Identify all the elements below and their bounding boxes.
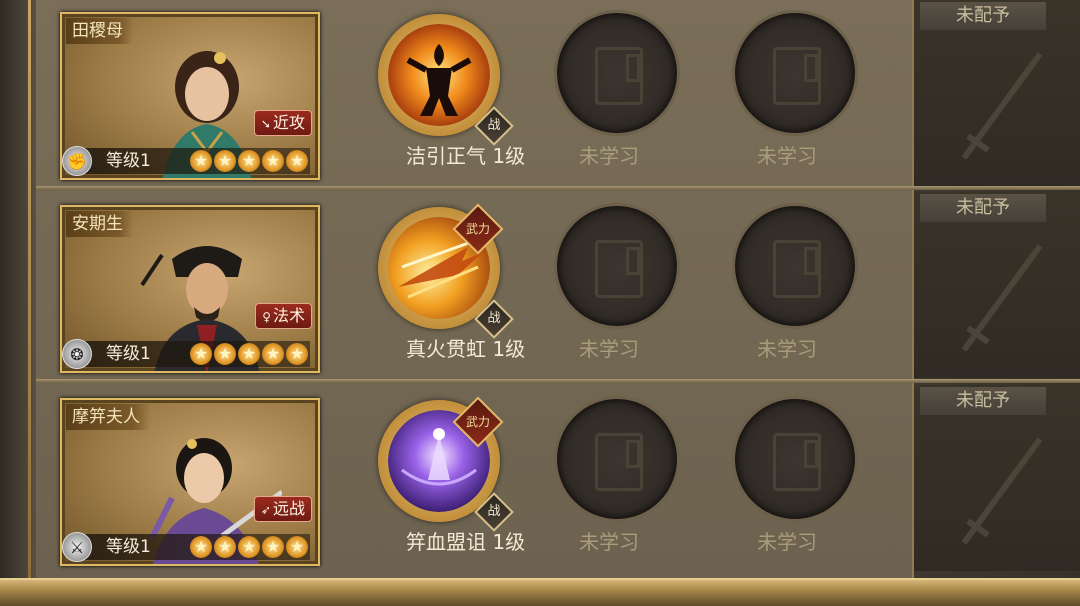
equip-slot[interactable]: 未配予 — [914, 385, 1080, 571]
row-divider — [36, 379, 1080, 383]
main-skill[interactable]: 战 — [368, 14, 514, 146]
empty-skill-slot[interactable] — [732, 396, 858, 522]
equip-status: 未配予 — [920, 2, 1046, 30]
attack-type-icon: ➶ — [260, 503, 271, 517]
hero-card[interactable]: 田稷母 ➘ 近攻 等级1 ★ ★ ★ ★ ★ ✊ — [60, 12, 320, 180]
unlearned-label: 未学习 — [757, 337, 817, 361]
attack-type-tag: ♀ 法术 — [255, 303, 312, 329]
attack-type-label: 法术 — [272, 306, 305, 325]
attack-type-tag: ➶ 远战 — [253, 496, 312, 522]
left-rail-trim — [28, 0, 31, 606]
attack-type-label: 远战 — [272, 499, 305, 518]
hero-card[interactable]: 安期生 ♀ 法术 等级1 ★ ★ ★ ★ ★ ❂ — [60, 205, 320, 373]
skill-art — [388, 24, 490, 126]
empty-skill-slot[interactable] — [732, 10, 858, 136]
star-icon: ★ — [238, 343, 260, 365]
star-rating: ★ ★ ★ ★ ★ — [190, 343, 308, 365]
star-icon: ★ — [190, 150, 212, 172]
star-icon: ★ — [262, 343, 284, 365]
star-icon: ★ — [286, 536, 308, 558]
star-rating: ★ ★ ★ ★ ★ — [190, 536, 308, 558]
equip-status: 未配予 — [920, 387, 1046, 415]
attack-type-label: 近攻 — [272, 113, 305, 132]
battle-badge-label: 战 — [487, 311, 501, 326]
book-icon — [773, 47, 821, 105]
hero-name: 摩笄夫人 — [66, 404, 150, 430]
bottom-frame-bar — [0, 578, 1080, 606]
empty-skill-slot[interactable] — [554, 10, 680, 136]
hero-row: 摩笄夫人 ➶ 远战 等级1 ★ ★ ★ ★ ★ ⚔ 武力 战 笄血盟诅 1级 未… — [36, 386, 912, 578]
star-icon: ★ — [262, 150, 284, 172]
sword-icon — [961, 52, 1043, 160]
level-bar: 等级1 ★ ★ ★ ★ ★ — [70, 148, 310, 174]
star-icon: ★ — [190, 536, 212, 558]
hero-level: 等级1 — [106, 537, 151, 557]
empty-skill-slot[interactable] — [554, 396, 680, 522]
main-skill-label: 洁引正气 1级 — [406, 144, 526, 168]
star-rating: ★ ★ ★ ★ ★ — [190, 150, 308, 172]
attack-type-icon: ➘ — [260, 117, 271, 131]
level-bar: 等级1 ★ ★ ★ ★ ★ — [70, 534, 310, 560]
game-frame: 田稷母 ➘ 近攻 等级1 ★ ★ ★ ★ ★ ✊ 战 洁引正气 1级 未学习 未… — [0, 0, 1080, 606]
main-skill[interactable]: 武力 战 — [368, 203, 514, 339]
battle-badge-label: 战 — [487, 118, 501, 133]
star-icon: ★ — [214, 536, 236, 558]
battle-badge-label: 战 — [487, 504, 501, 519]
main-skill[interactable]: 武力 战 — [368, 396, 514, 532]
star-icon: ★ — [214, 150, 236, 172]
power-badge-label: 武力 — [465, 222, 490, 236]
star-icon: ★ — [262, 536, 284, 558]
unlearned-label: 未学习 — [757, 144, 817, 168]
fist-class-icon: ✊ — [62, 146, 92, 176]
fan-class-icon: ❂ — [62, 339, 92, 369]
star-icon: ★ — [190, 343, 212, 365]
main-skill-label: 笄血盟诅 1级 — [406, 530, 526, 554]
sword-icon — [961, 437, 1043, 545]
crossed-swords-class-icon: ⚔ — [62, 532, 92, 562]
book-icon — [595, 47, 643, 105]
equip-slot[interactable]: 未配予 — [914, 0, 1080, 186]
hero-row: 安期生 ♀ 法术 等级1 ★ ★ ★ ★ ★ ❂ 武力 战 真火贯虹 1级 未学… — [36, 193, 912, 385]
empty-skill-slot[interactable] — [554, 203, 680, 329]
unlearned-label: 未学习 — [579, 337, 639, 361]
attack-type-icon: ♀ — [262, 310, 271, 324]
equip-slot[interactable]: 未配予 — [914, 192, 1080, 378]
star-icon: ★ — [238, 150, 260, 172]
hero-name: 田稷母 — [66, 18, 133, 44]
main-skill-label: 真火贯虹 1级 — [406, 337, 526, 361]
book-icon — [773, 433, 821, 491]
equip-status: 未配予 — [920, 194, 1046, 222]
power-badge-label: 武力 — [465, 415, 490, 429]
unlearned-label: 未学习 — [757, 530, 817, 554]
row-divider — [36, 186, 1080, 190]
hero-level: 等级1 — [106, 151, 151, 171]
unlearned-label: 未学习 — [579, 144, 639, 168]
star-icon: ★ — [214, 343, 236, 365]
level-bar: 等级1 ★ ★ ★ ★ ★ — [70, 341, 310, 367]
attack-type-tag: ➘ 近攻 — [253, 110, 312, 136]
empty-skill-slot[interactable] — [732, 203, 858, 329]
book-icon — [595, 433, 643, 491]
book-icon — [595, 240, 643, 298]
unlearned-label: 未学习 — [579, 530, 639, 554]
hero-card[interactable]: 摩笄夫人 ➶ 远战 等级1 ★ ★ ★ ★ ★ ⚔ — [60, 398, 320, 566]
hero-row: 田稷母 ➘ 近攻 等级1 ★ ★ ★ ★ ★ ✊ 战 洁引正气 1级 未学习 未… — [36, 0, 912, 192]
hero-level: 等级1 — [106, 344, 151, 364]
book-icon — [773, 240, 821, 298]
star-icon: ★ — [286, 343, 308, 365]
star-icon: ★ — [286, 150, 308, 172]
hero-name: 安期生 — [66, 211, 133, 237]
star-icon: ★ — [238, 536, 260, 558]
sword-icon — [961, 244, 1043, 352]
